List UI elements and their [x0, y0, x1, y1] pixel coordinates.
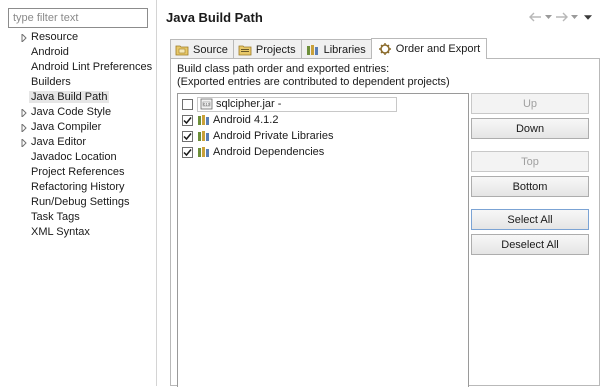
tree-item-resource[interactable]: Resource	[0, 30, 157, 45]
tree-item-android-lint-preferences[interactable]: Android Lint Preferences	[0, 60, 157, 75]
expand-arrow-icon[interactable]	[20, 135, 28, 150]
expand-arrow-icon[interactable]	[20, 30, 28, 45]
tree-item-task-tags[interactable]: Task Tags	[0, 210, 157, 225]
description: Build class path order and exported entr…	[177, 63, 450, 89]
export-checkbox[interactable]	[182, 114, 193, 126]
export-checkbox[interactable]	[182, 98, 193, 110]
tab-order-and-export[interactable]: Order and Export	[370, 38, 488, 59]
property-page: Java Build Path Source Projects Librarie…	[158, 0, 600, 387]
order-export-panel: Build class path order and exported entr…	[170, 58, 600, 387]
filter-input[interactable]	[8, 8, 148, 28]
entry-edit-box[interactable]: 010 sqlcipher.jar -	[197, 96, 397, 112]
tab-libraries[interactable]: Libraries	[300, 39, 372, 59]
tree-item-android[interactable]: Android	[0, 45, 157, 60]
tab-label: Projects	[255, 43, 296, 56]
tab-projects[interactable]: Projects	[232, 39, 302, 59]
tree-item-label: Run/Debug Settings	[31, 196, 130, 208]
page-title: Java Build Path	[166, 10, 263, 25]
tab-label: Source	[193, 43, 228, 56]
jar-icon: 010	[200, 98, 214, 110]
property-page-tree: Resource Android Android Lint Preference…	[0, 30, 157, 240]
tree-item-label: Javadoc Location	[31, 151, 117, 163]
deselect-all-button[interactable]: Deselect All	[471, 234, 589, 255]
tab-strip: Source Projects Libraries Order and Expo…	[170, 38, 488, 59]
tree-item-label: Android Lint Preferences	[31, 61, 153, 73]
library-icon	[197, 146, 211, 158]
top-button[interactable]: Top	[471, 151, 589, 172]
select-all-button[interactable]: Select All	[471, 209, 589, 230]
export-checkbox[interactable]	[182, 130, 193, 142]
svg-text:010: 010	[203, 103, 211, 107]
tree-item-project-references[interactable]: Project References	[0, 165, 157, 180]
tree-item-refactoring-history[interactable]: Refactoring History	[0, 180, 157, 195]
page-header: Java Build Path	[158, 0, 600, 32]
tree-item-java-compiler[interactable]: Java Compiler	[0, 120, 157, 135]
libraries-icon	[306, 43, 320, 57]
entry-label: Android 4.1.2	[213, 114, 279, 126]
tab-label: Libraries	[323, 43, 366, 56]
expand-arrow-icon[interactable]	[20, 120, 28, 135]
tree-item-label: Project References	[31, 166, 125, 178]
list-item[interactable]: 010 sqlcipher.jar -	[182, 96, 397, 112]
back-arrow-icon[interactable]	[528, 11, 542, 23]
up-button[interactable]: Up	[471, 93, 589, 114]
tree-item-label: Java Editor	[31, 136, 87, 148]
tree-item-label: Builders	[31, 76, 71, 88]
history-navigation	[528, 11, 592, 23]
entry-label: sqlcipher.jar -	[216, 98, 282, 110]
expand-arrow-icon[interactable]	[20, 105, 28, 120]
list-item[interactable]: Android Dependencies	[182, 144, 324, 160]
export-checkbox[interactable]	[182, 146, 193, 158]
view-menu-icon[interactable]	[584, 11, 592, 23]
tab-label: Order and Export	[395, 43, 481, 55]
entry-label: Android Dependencies	[213, 146, 325, 158]
description-line: Build class path order and exported entr…	[177, 63, 390, 75]
tree-item-label: Resource	[31, 31, 79, 43]
tree-item-java-build-path[interactable]: Java Build Path	[0, 90, 157, 105]
classpath-entry-list[interactable]: 010 sqlcipher.jar - Android 4.1.2 Androi…	[177, 93, 469, 387]
tree-item-builders[interactable]: Builders	[0, 75, 157, 90]
tree-item-label: Refactoring History	[31, 181, 125, 193]
bottom-button[interactable]: Bottom	[471, 176, 589, 197]
tree-item-label: Java Compiler	[31, 121, 102, 133]
tree-item-run-debug-settings[interactable]: Run/Debug Settings	[0, 195, 157, 210]
dropdown-icon[interactable]	[544, 11, 552, 23]
tree-item-label: Java Build Path	[29, 91, 110, 103]
tab-source[interactable]: Source	[170, 39, 234, 59]
library-icon	[197, 114, 211, 126]
preferences-tree-pane: Resource Android Android Lint Preference…	[0, 0, 157, 386]
order-export-icon	[378, 42, 392, 56]
projects-icon	[238, 43, 252, 57]
tree-item-label: XML Syntax	[31, 226, 90, 238]
list-item[interactable]: Android 4.1.2	[182, 112, 278, 128]
library-icon	[197, 130, 211, 142]
tree-item-label: Java Code Style	[31, 106, 112, 118]
tree-item-xml-syntax[interactable]: XML Syntax	[0, 225, 157, 240]
list-item[interactable]: Android Private Libraries	[182, 128, 333, 144]
source-folder-icon	[175, 43, 189, 57]
tree-item-java-editor[interactable]: Java Editor	[0, 135, 157, 150]
description-line: (Exported entries are contributed to dep…	[177, 76, 450, 88]
tree-item-label: Android	[31, 46, 69, 58]
tree-item-java-code-style[interactable]: Java Code Style	[0, 105, 157, 120]
entry-label: Android Private Libraries	[213, 130, 334, 142]
forward-arrow-icon[interactable]	[554, 11, 568, 23]
dropdown-icon[interactable]	[570, 11, 578, 23]
tree-item-javadoc-location[interactable]: Javadoc Location	[0, 150, 157, 165]
tree-item-label: Task Tags	[31, 211, 80, 223]
down-button[interactable]: Down	[471, 118, 589, 139]
